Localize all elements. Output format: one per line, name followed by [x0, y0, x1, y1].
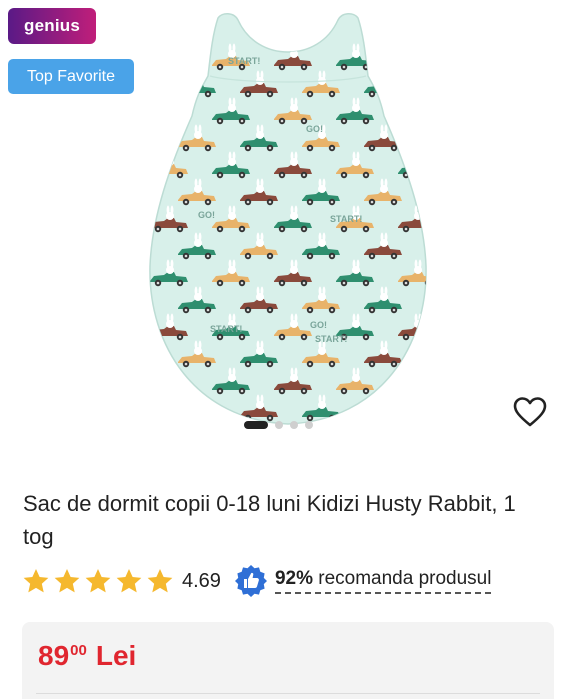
- print-text: START!: [210, 324, 242, 334]
- print-text: GO!: [306, 124, 323, 134]
- print-text: GO!: [198, 210, 215, 220]
- car-print: [398, 97, 427, 125]
- price-integer: 89: [38, 640, 70, 671]
- add-to-favorites-button[interactable]: [510, 394, 550, 430]
- print-text: START!: [330, 214, 362, 224]
- car-print: [150, 43, 188, 71]
- heart-outline-icon: [513, 397, 547, 427]
- star-icon: [54, 568, 80, 592]
- product-page: genius Top Favorite START! GO! START! GO! GO…: [0, 0, 576, 699]
- thumbs-up-icon: [234, 565, 267, 597]
- car-print: [426, 137, 427, 147]
- star-icon: [85, 568, 111, 592]
- car-print: [426, 191, 427, 201]
- recommend-percent: 92%: [274, 568, 313, 589]
- car-print: [426, 245, 427, 255]
- rating-row: 4.69 92% recomanda produsul: [22, 565, 562, 597]
- carousel-dot[interactable]: [290, 421, 298, 429]
- car-print: [426, 407, 427, 417]
- car-print: [426, 353, 427, 363]
- genius-badge: genius: [8, 8, 96, 44]
- car-print: [398, 367, 427, 395]
- carousel-dot[interactable]: [275, 421, 283, 429]
- divider: [36, 693, 540, 694]
- recommend-text: recomanda produsul: [318, 568, 492, 589]
- car-print: [398, 43, 427, 71]
- price-currency: Lei: [95, 640, 137, 671]
- price-decimals: 00: [70, 642, 87, 659]
- print-text: START!: [315, 334, 347, 344]
- carousel-dot-active[interactable]: [244, 421, 268, 429]
- print-text: START!: [228, 56, 260, 66]
- car-print: [426, 83, 427, 93]
- star-icon: [23, 568, 49, 592]
- car-print: [150, 97, 188, 125]
- car-print: [364, 394, 402, 422]
- image-carousel-indicator: [244, 418, 313, 432]
- product-image[interactable]: START! GO! START! GO! GO! START! START!: [110, 6, 466, 446]
- rating-stars[interactable]: [22, 568, 174, 595]
- star-icon: [116, 568, 142, 592]
- recommend-link[interactable]: 92% recomanda produsul: [274, 568, 492, 594]
- carousel-dot[interactable]: [305, 421, 313, 429]
- car-print: [426, 299, 427, 309]
- print-text: GO!: [310, 320, 327, 330]
- star-icon: [147, 568, 173, 592]
- rating-value: 4.69: [182, 569, 221, 592]
- product-title: Sac de dormit copii 0-18 luni Kidizi Hus…: [23, 491, 516, 549]
- price-card: 89 00 Lei: [22, 622, 554, 699]
- product-price: 89 00 Lei: [38, 640, 136, 672]
